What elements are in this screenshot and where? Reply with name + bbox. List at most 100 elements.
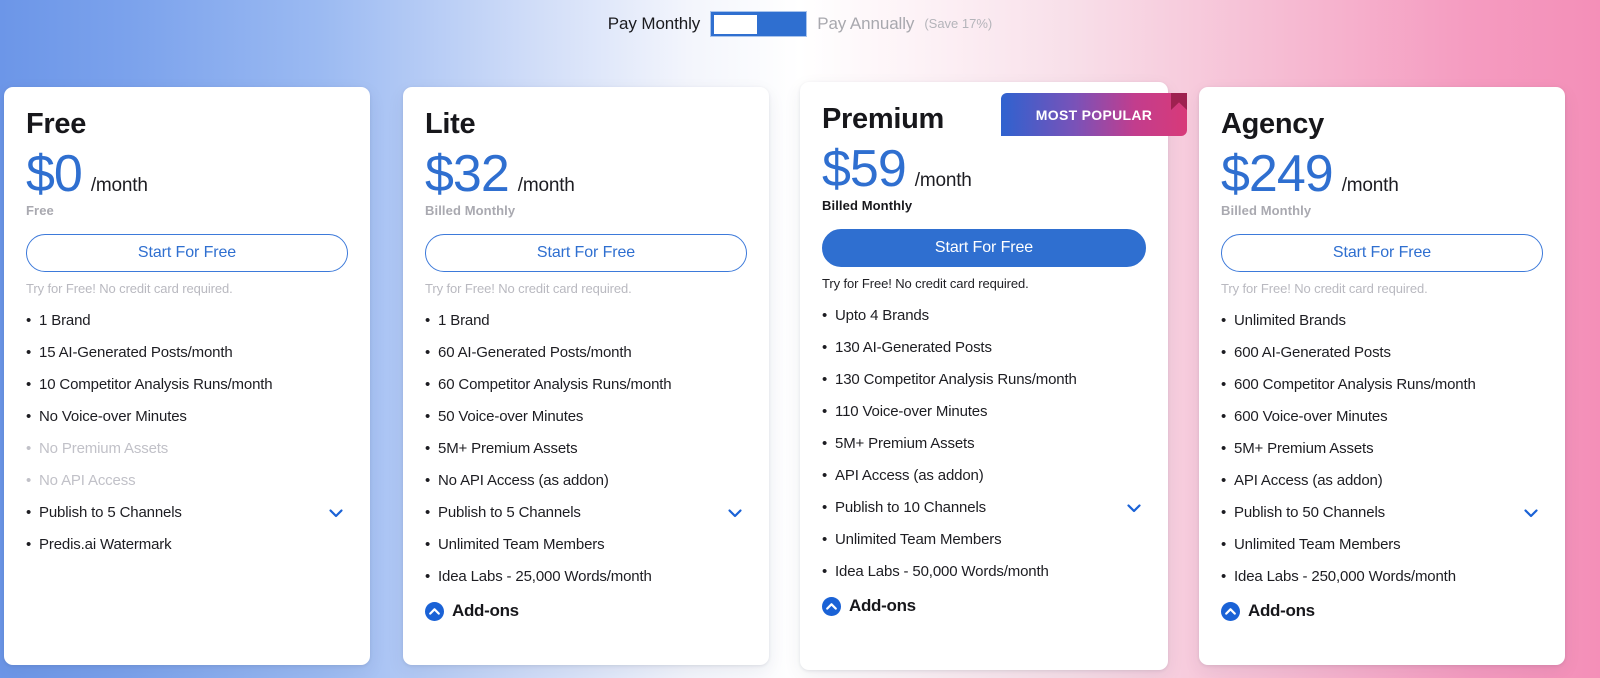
list-item: Unlimited Team Members <box>822 524 1146 556</box>
feature-label: Publish to 5 Channels <box>39 504 182 522</box>
feature-label: Upto 4 Brands <box>835 307 929 325</box>
pricing-page: Pay Monthly Pay Annually (Save 17%) Free… <box>0 0 1600 678</box>
plan-title: Free <box>26 108 87 140</box>
list-item: Publish to 10 Channels <box>822 492 1146 524</box>
feature-label: Predis.ai Watermark <box>39 536 172 554</box>
feature-label: API Access (as addon) <box>1234 472 1383 490</box>
feature-label: Publish to 5 Channels <box>438 504 581 522</box>
chevron-down-icon[interactable] <box>726 504 744 522</box>
feature-label: 5M+ Premium Assets <box>1234 440 1374 458</box>
most-popular-label: MOST POPULAR <box>1035 106 1153 123</box>
plan-card-lite: Lite $32 /month Billed Monthly Start For… <box>403 87 769 665</box>
list-item: 10 Competitor Analysis Runs/month <box>26 369 348 401</box>
start-for-free-button[interactable]: Start For Free <box>26 234 348 273</box>
list-item: Predis.ai Watermark <box>26 529 348 561</box>
addons-toggle[interactable]: Add-ons <box>822 596 1146 616</box>
addons-toggle[interactable]: Add-ons <box>1221 601 1543 621</box>
list-item: 600 AI-Generated Posts <box>1221 337 1543 369</box>
feature-label: Publish to 50 Channels <box>1234 504 1385 522</box>
list-item: No API Access <box>26 465 348 497</box>
plan-trial-note: Try for Free! No credit card required. <box>425 281 632 297</box>
feature-label: Unlimited Brands <box>1234 312 1346 330</box>
start-for-free-button[interactable]: Start For Free <box>822 229 1146 268</box>
feature-label: No API Access <box>39 472 136 490</box>
list-item: No Voice-over Minutes <box>26 401 348 433</box>
plan-card-premium: MOST POPULAR Premium $59 /month Billed M… <box>800 82 1187 670</box>
plan-card-agency: Agency $249 /month Billed Monthly Start … <box>1199 87 1565 665</box>
chevron-down-icon[interactable] <box>1125 499 1143 517</box>
chevron-down-icon[interactable] <box>327 504 345 522</box>
list-item: 60 Competitor Analysis Runs/month <box>425 369 747 401</box>
list-item: 1 Brand <box>425 305 747 337</box>
list-item: Publish to 50 Channels <box>1221 497 1543 529</box>
chevron-up-circle-icon <box>425 601 444 621</box>
feature-label: 60 Competitor Analysis Runs/month <box>438 376 672 394</box>
feature-label: 50 Voice-over Minutes <box>438 408 584 426</box>
list-item: 60 AI-Generated Posts/month <box>425 337 747 369</box>
feature-label: 130 Competitor Analysis Runs/month <box>835 371 1077 389</box>
feature-label: 600 Voice-over Minutes <box>1234 408 1388 426</box>
feature-label: Unlimited Team Members <box>438 536 605 554</box>
feature-label: No API Access (as addon) <box>438 472 609 490</box>
feature-label: Unlimited Team Members <box>835 531 1002 549</box>
feature-label: 130 AI-Generated Posts <box>835 339 992 357</box>
feature-label: 1 Brand <box>39 312 91 330</box>
plan-title: Lite <box>425 108 476 140</box>
feature-label: Idea Labs - 50,000 Words/month <box>835 563 1049 581</box>
plan-billing-note: Billed Monthly <box>425 203 516 219</box>
plan-price-row: $0 /month <box>26 147 348 202</box>
chevron-up-circle-icon <box>822 596 841 616</box>
plan-price-row: $59 /month <box>822 142 1146 197</box>
plan-price-period: /month <box>914 169 972 191</box>
plan-billing-note: Billed Monthly <box>1221 203 1312 219</box>
plan-price: $59 <box>822 139 907 198</box>
chevron-up-circle-icon <box>1221 601 1240 621</box>
feature-list: 1 Brand 60 AI-Generated Posts/month 60 C… <box>425 305 747 593</box>
list-item: Idea Labs - 50,000 Words/month <box>822 556 1146 588</box>
addons-label: Add-ons <box>849 596 916 616</box>
plan-price-row: $32 /month <box>425 147 747 202</box>
list-item: 5M+ Premium Assets <box>1221 433 1543 465</box>
feature-label: Unlimited Team Members <box>1234 536 1401 554</box>
feature-label: Idea Labs - 250,000 Words/month <box>1234 568 1456 586</box>
list-item: Publish to 5 Channels <box>425 497 747 529</box>
list-item: 110 Voice-over Minutes <box>822 396 1146 428</box>
list-item: API Access (as addon) <box>822 460 1146 492</box>
chevron-down-icon[interactable] <box>1522 504 1540 522</box>
start-for-free-button[interactable]: Start For Free <box>1221 234 1543 273</box>
status-badge-most-popular: MOST POPULAR <box>1001 93 1187 136</box>
addons-toggle[interactable]: Add-ons <box>425 601 747 621</box>
list-item: 130 AI-Generated Posts <box>822 332 1146 364</box>
plan-card-list: Free $0 /month Free Start For Free Try f… <box>0 0 1600 678</box>
addons-label: Add-ons <box>452 601 519 621</box>
plan-trial-note: Try for Free! No credit card required. <box>822 276 1029 292</box>
feature-label: 5M+ Premium Assets <box>835 435 975 453</box>
list-item: Idea Labs - 25,000 Words/month <box>425 561 747 593</box>
list-item: Upto 4 Brands <box>822 300 1146 332</box>
feature-label: 600 AI-Generated Posts <box>1234 344 1391 362</box>
feature-label: 110 Voice-over Minutes <box>835 403 988 421</box>
list-item: 1 Brand <box>26 305 348 337</box>
plan-billing-note: Free <box>26 203 54 219</box>
feature-label: API Access (as addon) <box>835 467 984 485</box>
plan-trial-note: Try for Free! No credit card required. <box>1221 281 1428 297</box>
list-item: 5M+ Premium Assets <box>822 428 1146 460</box>
list-item: 600 Competitor Analysis Runs/month <box>1221 369 1543 401</box>
plan-price-row: $249 /month <box>1221 147 1543 202</box>
list-item: Publish to 5 Channels <box>26 497 348 529</box>
plan-price-period: /month <box>90 174 148 196</box>
list-item: No API Access (as addon) <box>425 465 747 497</box>
start-for-free-button[interactable]: Start For Free <box>425 234 747 273</box>
feature-label: 600 Competitor Analysis Runs/month <box>1234 376 1476 394</box>
list-item: 600 Voice-over Minutes <box>1221 401 1543 433</box>
list-item: 50 Voice-over Minutes <box>425 401 747 433</box>
addons-label: Add-ons <box>1248 601 1315 621</box>
plan-price-period: /month <box>517 174 575 196</box>
feature-label: 60 AI-Generated Posts/month <box>438 344 632 362</box>
plan-trial-note: Try for Free! No credit card required. <box>26 281 233 297</box>
feature-label: No Premium Assets <box>39 440 169 458</box>
plan-card-free: Free $0 /month Free Start For Free Try f… <box>4 87 370 665</box>
feature-label: Publish to 10 Channels <box>835 499 986 517</box>
feature-list: Upto 4 Brands 130 AI-Generated Posts 130… <box>822 300 1146 588</box>
feature-list: Unlimited Brands 600 AI-Generated Posts … <box>1221 305 1543 593</box>
